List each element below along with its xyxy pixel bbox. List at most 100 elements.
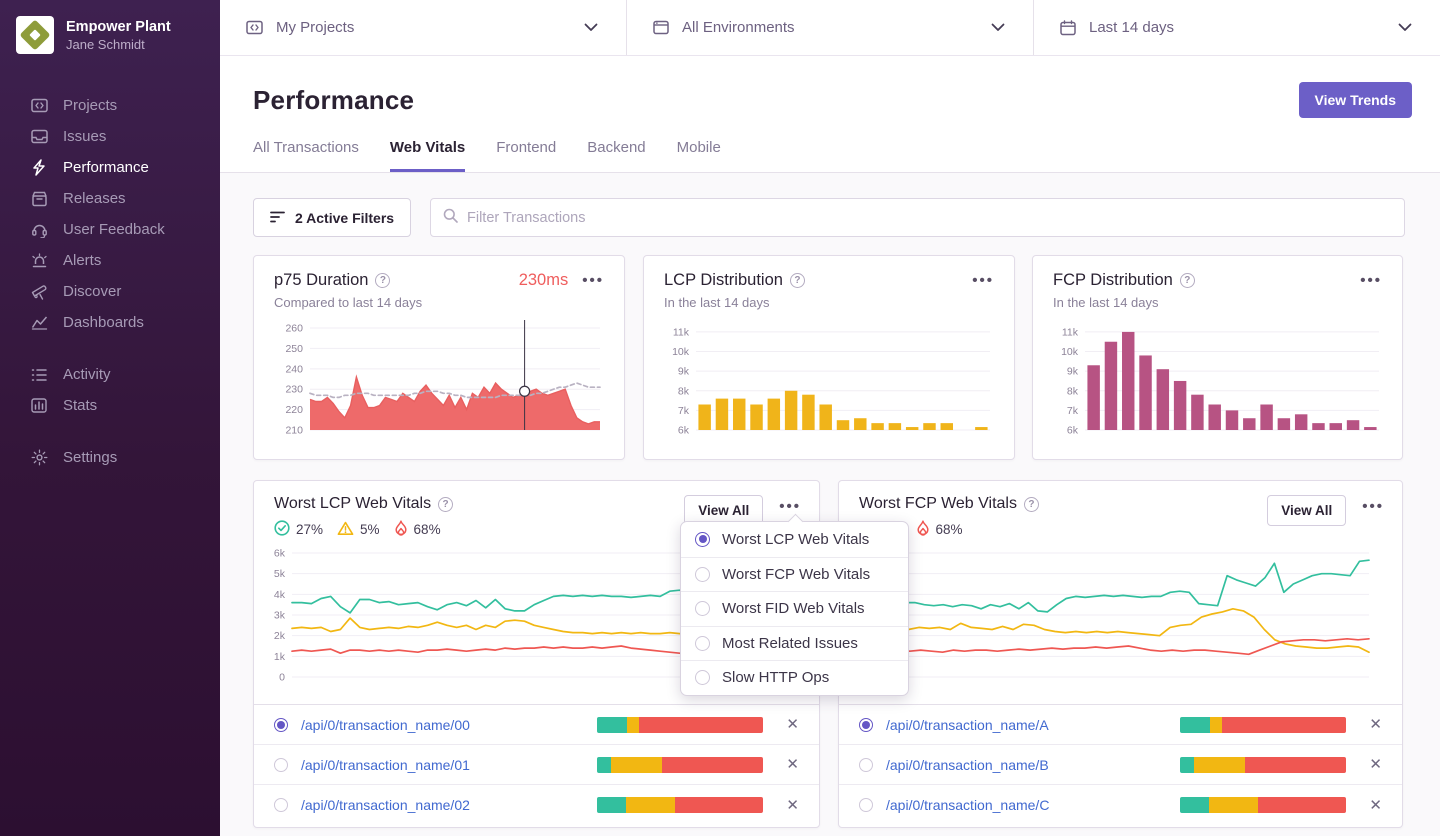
transaction-row: /api/0/transaction_name/01 ✕: [254, 745, 819, 785]
sidebar-item-label: User Feedback: [63, 221, 165, 238]
tab-bar: All Transactions Web Vitals Frontend Backen…: [253, 139, 721, 172]
search-input[interactable]: [467, 210, 1392, 226]
sidebar-item-alerts[interactable]: Alerts: [0, 245, 220, 276]
overflow-menu-icon[interactable]: •••: [582, 277, 604, 285]
vitals-distribution-bar: [597, 797, 763, 813]
search-box: [430, 198, 1405, 237]
option-radio[interactable]: [695, 670, 710, 685]
tab-frontend[interactable]: Frontend: [496, 139, 556, 172]
dropdown-option-slow-http-ops[interactable]: Slow HTTP Ops: [681, 660, 908, 695]
org-logo-icon: [16, 16, 54, 54]
sidebar-item-stats[interactable]: Stats: [0, 390, 220, 421]
dropdown-option-most-related-issues[interactable]: Most Related Issues: [681, 626, 908, 661]
option-radio[interactable]: [695, 601, 710, 616]
topbar-filter-my-projects[interactable]: My Projects: [220, 0, 626, 55]
sidebar-item-label: Stats: [63, 397, 97, 414]
tab-backend[interactable]: Backend: [587, 139, 645, 172]
sidebar-item-issues[interactable]: Issues: [0, 121, 220, 152]
svg-text:3k: 3k: [274, 610, 286, 622]
transaction-link[interactable]: /api/0/transaction_name/C: [886, 797, 1180, 813]
tab-web-vitals[interactable]: Web Vitals: [390, 139, 465, 172]
svg-text:9k: 9k: [678, 366, 690, 378]
topbar-filter-all-environments[interactable]: All Environments: [626, 0, 1033, 55]
tab-mobile[interactable]: Mobile: [677, 139, 721, 172]
sidebar-item-user-feedback[interactable]: User Feedback: [0, 214, 220, 245]
transaction-radio[interactable]: [274, 798, 288, 812]
vitals-distribution-bar: [1180, 797, 1346, 813]
transaction-radio[interactable]: [274, 718, 288, 732]
transaction-row: /api/0/transaction_name/02 ✕: [254, 785, 819, 825]
sidebar-item-discover[interactable]: Discover: [0, 276, 220, 307]
svg-text:6k: 6k: [274, 548, 286, 560]
transaction-radio[interactable]: [274, 758, 288, 772]
overflow-menu-icon[interactable]: •••: [1362, 503, 1384, 511]
vitals-distribution-bar: [1180, 757, 1346, 773]
close-icon[interactable]: ✕: [786, 757, 799, 772]
lcp-card-title: LCP Distribution: [664, 271, 783, 290]
close-icon[interactable]: ✕: [786, 798, 799, 813]
org-switcher[interactable]: Empower Plant Jane Schmidt: [0, 0, 220, 64]
help-icon[interactable]: ?: [1024, 497, 1039, 512]
sidebar-item-performance[interactable]: Performance: [0, 152, 220, 183]
option-radio[interactable]: [695, 636, 710, 651]
transaction-link[interactable]: /api/0/transaction_name/02: [301, 797, 597, 813]
worst-fcp-vitals-card: Worst FCP Web Vitals ? 5%68% View All ••…: [838, 480, 1403, 828]
transaction-link[interactable]: /api/0/transaction_name/00: [301, 717, 597, 733]
vitals-distribution-bar: [597, 717, 763, 733]
vital-badge-value: 27%: [296, 522, 323, 537]
activity-icon: [30, 366, 48, 384]
svg-text:11k: 11k: [1062, 326, 1079, 338]
p75-card-title: p75 Duration: [274, 271, 368, 290]
sidebar-item-label: Settings: [63, 449, 117, 466]
close-icon[interactable]: ✕: [1369, 757, 1382, 772]
help-icon[interactable]: ?: [1180, 273, 1195, 288]
transaction-list: /api/0/transaction_name/00✕/api/0/transa…: [254, 704, 819, 825]
flame-icon: [916, 520, 930, 539]
active-filters-button[interactable]: 2 Active Filters: [253, 198, 411, 237]
topbar-filter-last-14-days[interactable]: Last 14 days: [1033, 0, 1440, 55]
close-icon[interactable]: ✕: [1369, 798, 1382, 813]
close-icon[interactable]: ✕: [786, 717, 799, 732]
transaction-radio[interactable]: [859, 758, 873, 772]
lcp-card-subtitle: In the last 14 days: [664, 295, 994, 310]
transaction-link[interactable]: /api/0/transaction_name/A: [886, 717, 1180, 733]
transaction-radio[interactable]: [859, 798, 873, 812]
p75-duration-chart: 210220230240250260: [274, 318, 606, 436]
dropdown-option-worst-fid-web-vitals[interactable]: Worst FID Web Vitals: [681, 591, 908, 626]
projects-icon: [246, 20, 263, 35]
transaction-radio[interactable]: [859, 718, 873, 732]
dropdown-option-worst-lcp-web-vitals[interactable]: Worst LCP Web Vitals: [681, 522, 908, 557]
option-radio[interactable]: [695, 532, 710, 547]
transaction-link[interactable]: /api/0/transaction_name/01: [301, 757, 597, 773]
overflow-menu-icon[interactable]: •••: [1360, 277, 1382, 285]
transaction-row: /api/0/transaction_name/A ✕: [839, 705, 1402, 745]
dropdown-option-worst-fcp-web-vitals[interactable]: Worst FCP Web Vitals: [681, 557, 908, 592]
releases-icon: [30, 190, 48, 208]
option-radio[interactable]: [695, 567, 710, 582]
sidebar-item-activity[interactable]: Activity: [0, 359, 220, 390]
help-icon[interactable]: ?: [438, 497, 453, 512]
svg-text:260: 260: [285, 323, 303, 335]
overflow-menu-icon[interactable]: •••: [972, 277, 994, 285]
close-icon[interactable]: ✕: [1369, 717, 1382, 732]
sidebar-item-releases[interactable]: Releases: [0, 183, 220, 214]
view-all-button[interactable]: View All: [1267, 495, 1346, 526]
svg-text:210: 210: [285, 425, 303, 437]
transaction-link[interactable]: /api/0/transaction_name/B: [886, 757, 1180, 773]
performance-icon: [30, 159, 48, 177]
view-trends-button[interactable]: View Trends: [1299, 82, 1412, 118]
sidebar-item-projects[interactable]: Projects: [0, 90, 220, 121]
vital-badge-value: 68%: [414, 522, 441, 537]
sidebar-item-settings[interactable]: Settings: [0, 442, 220, 473]
chevron-down-icon: [1398, 23, 1412, 32]
overflow-menu-icon[interactable]: •••: [779, 503, 801, 511]
sidebar-item-dashboards[interactable]: Dashboards: [0, 307, 220, 338]
org-name: Empower Plant: [66, 18, 171, 36]
warning-triangle-icon: [337, 521, 354, 539]
help-icon[interactable]: ?: [790, 273, 805, 288]
vital-badge-meh: 5%: [337, 521, 380, 539]
page-head: Performance View Trends All Transactions…: [220, 56, 1440, 173]
tab-all-transactions[interactable]: All Transactions: [253, 139, 359, 172]
help-icon[interactable]: ?: [375, 273, 390, 288]
sidebar-item-label: Projects: [63, 97, 117, 114]
